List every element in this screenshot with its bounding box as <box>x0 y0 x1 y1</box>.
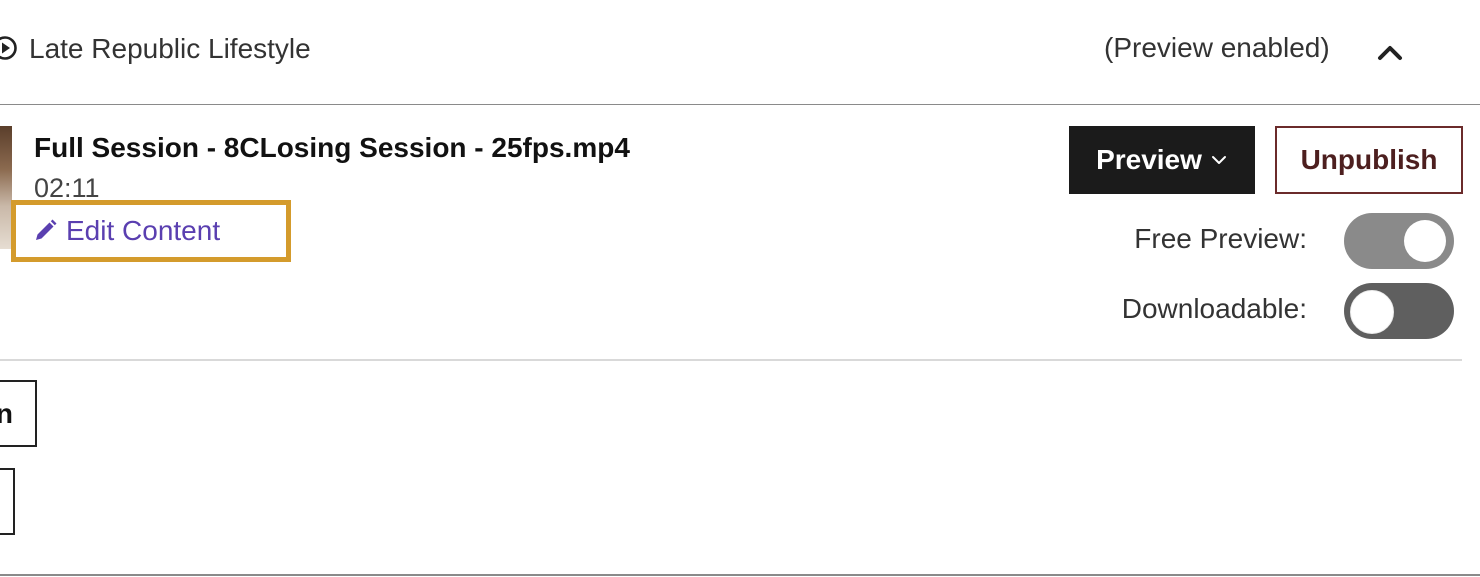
page: Late Republic Lifestyle (Preview enabled… <box>0 0 1480 577</box>
divider <box>0 574 1480 576</box>
file-name: Full Session - 8CLosing Session - 25fps.… <box>34 132 630 163</box>
collapse-button[interactable] <box>1372 34 1408 70</box>
partial-button[interactable]: n <box>0 380 37 447</box>
preview-dropdown-button[interactable]: Preview <box>1069 126 1255 194</box>
partial-button-label: n <box>0 397 13 429</box>
preview-status: (Preview enabled) <box>1104 32 1330 63</box>
preview-button-label: Preview <box>1096 144 1202 175</box>
edit-content-label: Edit Content <box>66 215 221 246</box>
edit-content-link[interactable]: Edit Content <box>32 212 220 250</box>
pencil-icon <box>36 219 57 240</box>
toggle-knob <box>1350 290 1394 334</box>
partial-button-2[interactable] <box>0 468 15 535</box>
content-item-row: Full Session - 8CLosing Session - 25fps.… <box>0 105 1463 361</box>
toggle-knob <box>1404 220 1446 262</box>
free-preview-label: Free Preview: <box>1134 223 1307 254</box>
chevron-down-icon <box>1211 156 1226 164</box>
play-circle-icon <box>0 36 17 60</box>
downloadable-toggle[interactable] <box>1344 283 1454 339</box>
downloadable-label: Downloadable: <box>1121 293 1307 324</box>
unpublish-button[interactable]: Unpublish <box>1275 126 1463 194</box>
section-title[interactable]: Late Republic Lifestyle <box>29 31 311 67</box>
duration: 02:11 <box>34 173 100 199</box>
section-header[interactable]: Late Republic Lifestyle (Preview enabled… <box>0 0 1480 105</box>
free-preview-toggle[interactable] <box>1344 213 1454 269</box>
chevron-up-icon <box>1378 46 1402 60</box>
